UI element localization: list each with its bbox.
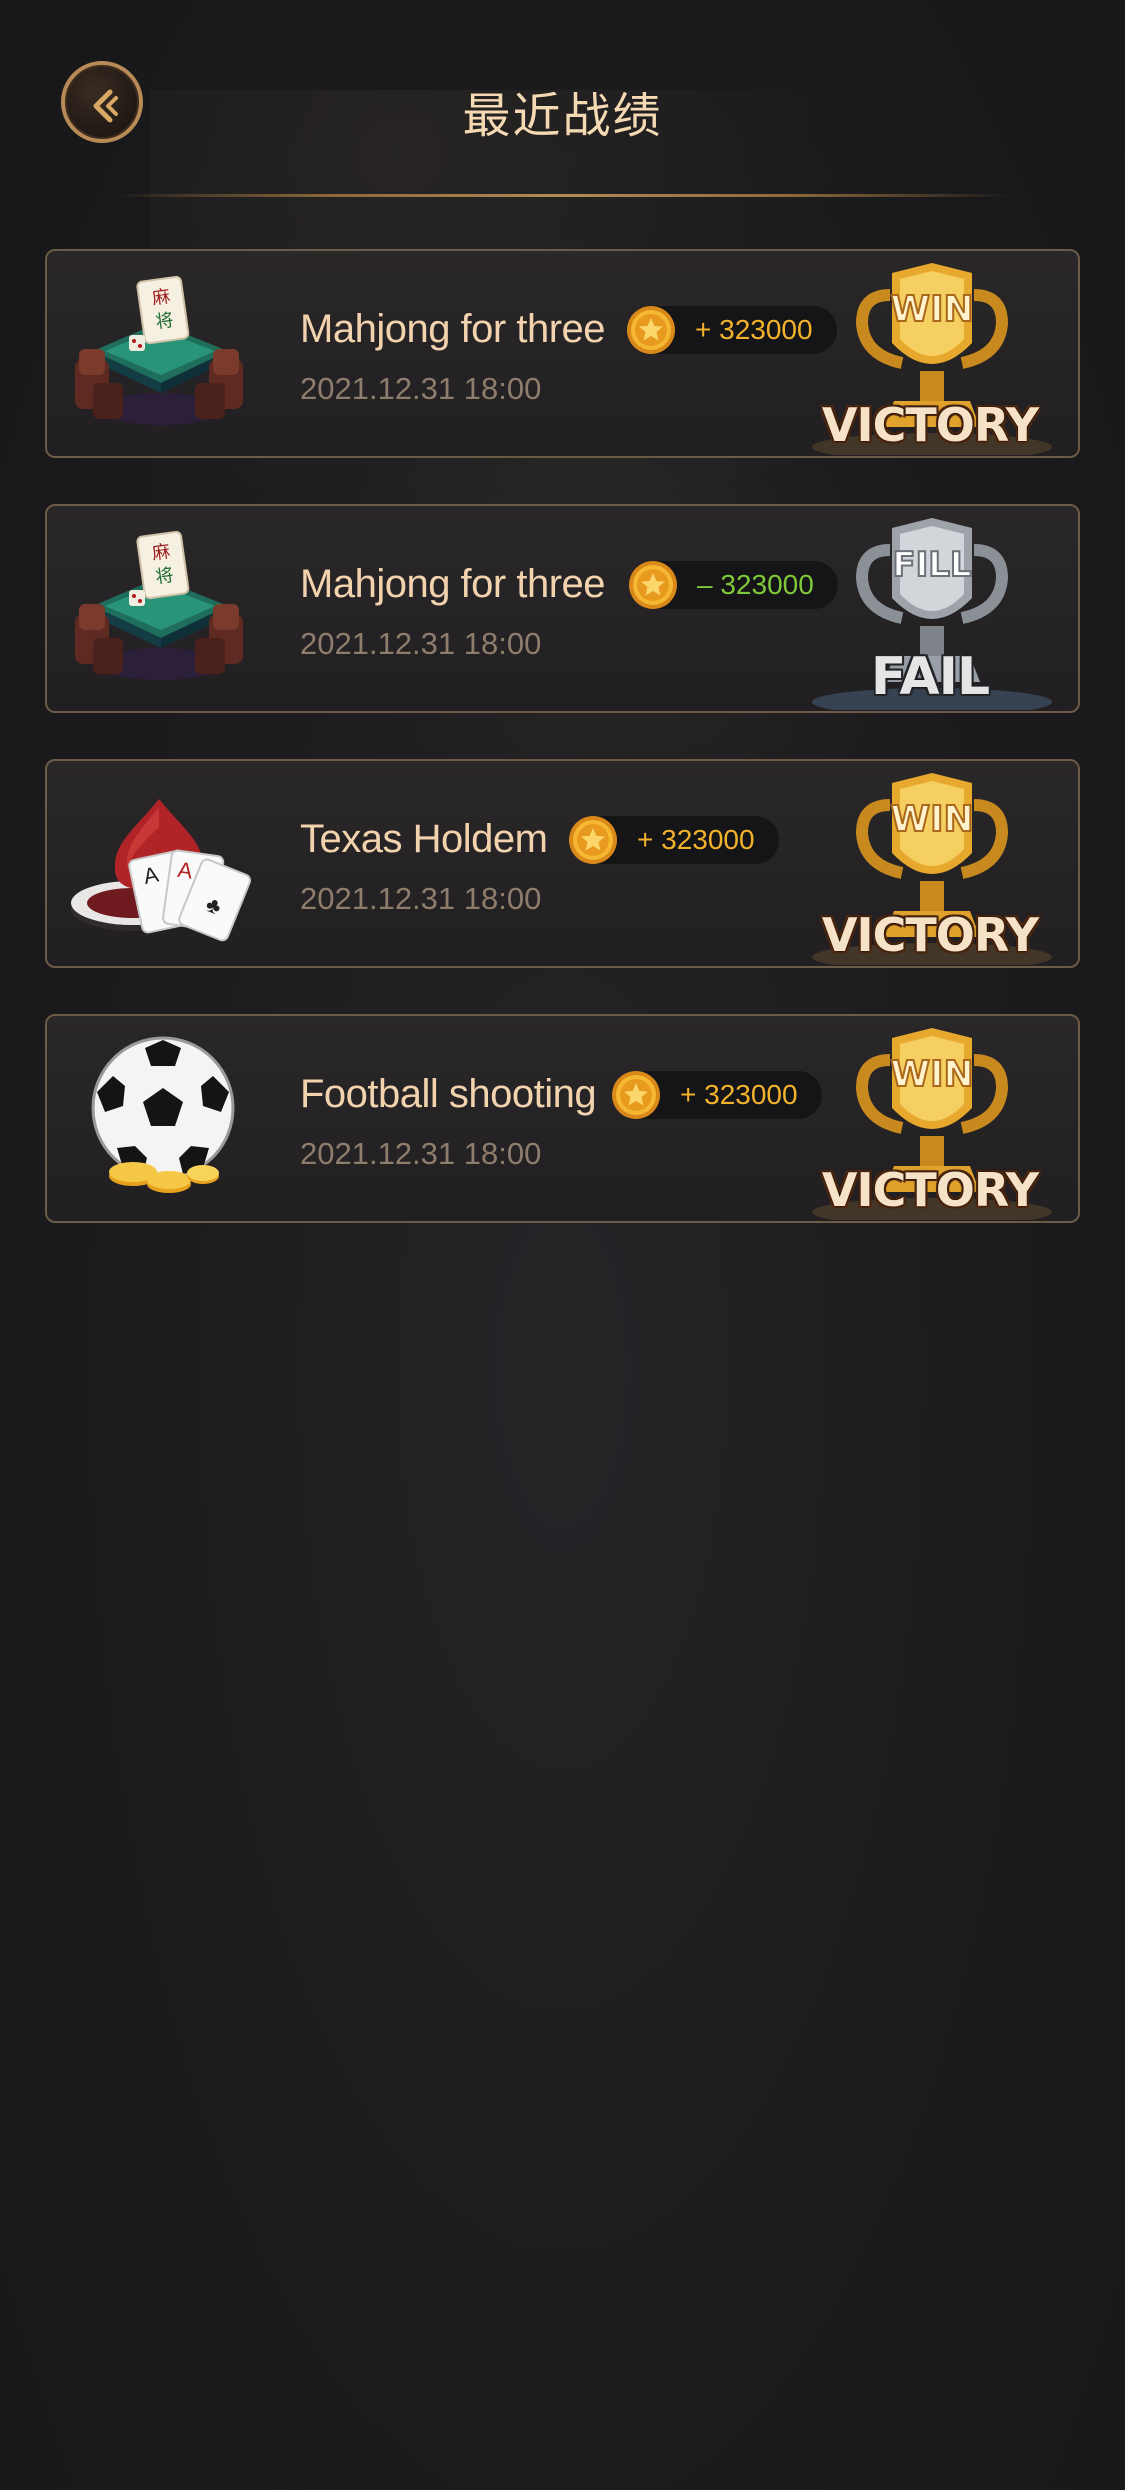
- result-label: VICTORY: [821, 398, 1039, 452]
- soccer-ball-icon: [91, 1036, 235, 1193]
- record-card[interactable]: 麻 将 Mahjong for three – 323000 2021.12.3…: [45, 504, 1080, 713]
- svg-text:WIN: WIN: [890, 289, 973, 330]
- coin-icon: [569, 816, 617, 864]
- svg-text:将: 将: [154, 310, 175, 332]
- svg-text:WIN: WIN: [890, 1054, 973, 1095]
- svg-text:WIN: WIN: [890, 799, 973, 840]
- svg-text:将: 将: [154, 565, 175, 587]
- result-label: VICTORY: [821, 1163, 1039, 1217]
- mahjong-table-icon: 麻 将: [75, 275, 243, 425]
- game-name: Texas Holdem: [300, 817, 548, 861]
- game-name: Mahjong for three: [300, 562, 606, 606]
- header-divider: [110, 194, 1015, 197]
- poker-cards-icon: A A ♣: [71, 799, 252, 942]
- score-badge: + 323000: [569, 816, 779, 864]
- result-label: FAIL: [870, 647, 990, 707]
- record-card[interactable]: A A ♣ Texas Holdem + 323000 2021.12.31 1…: [45, 759, 1080, 968]
- score-value: + 323000: [695, 314, 813, 345]
- record-time: 2021.12.31 18:00: [300, 881, 542, 916]
- svg-text:麻: 麻: [151, 541, 172, 563]
- coin-icon: [612, 1071, 660, 1119]
- score-badge: + 323000: [612, 1071, 822, 1119]
- result-label: VICTORY: [821, 908, 1039, 962]
- game-name: Mahjong for three: [300, 307, 606, 351]
- svg-text:FILL: FILL: [892, 545, 971, 585]
- coin-icon: [629, 561, 677, 609]
- score-value: + 323000: [680, 1079, 798, 1110]
- record-time: 2021.12.31 18:00: [300, 371, 542, 406]
- record-card[interactable]: 麻 将 Mahjong for three + 323000 2021.12.3…: [45, 249, 1080, 458]
- game-name: Football shooting: [300, 1072, 597, 1116]
- svg-text:麻: 麻: [151, 286, 172, 308]
- battle-record-page: 最近战绩 麻 将 Mahjong for three + 323000 2021…: [0, 0, 1125, 2490]
- record-card[interactable]: Football shooting + 323000 2021.12.31 18…: [45, 1014, 1080, 1223]
- score-value: + 323000: [637, 824, 755, 855]
- page-title: 最近战绩: [462, 88, 663, 144]
- score-value: – 323000: [697, 569, 814, 600]
- record-time: 2021.12.31 18:00: [300, 1136, 542, 1171]
- record-time: 2021.12.31 18:00: [300, 626, 542, 661]
- record-list: 麻 将 Mahjong for three + 323000 2021.12.3…: [45, 249, 1080, 1269]
- mahjong-table-icon: 麻 将: [75, 530, 243, 680]
- coin-icon: [627, 306, 675, 354]
